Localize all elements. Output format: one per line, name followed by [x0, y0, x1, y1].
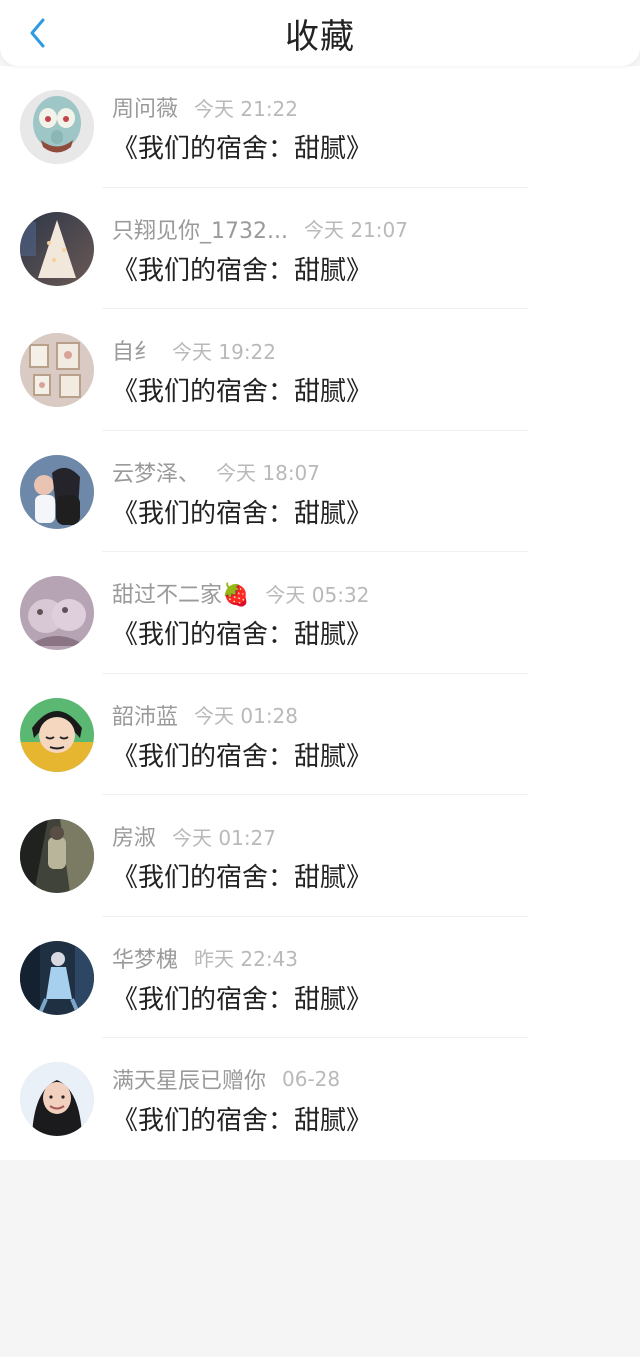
list-item[interactable]: 只翔见你_1732... 今天 21:07 《我们的宿舍：甜腻》 — [0, 188, 640, 310]
timestamp: 06-28 — [282, 1067, 341, 1091]
item-title: 《我们的宿舍：甜腻》 — [112, 255, 373, 286]
timestamp: 今天 18:07 — [216, 461, 321, 485]
avatar[interactable] — [20, 333, 94, 407]
user-name: 云梦泽、 — [112, 461, 201, 487]
avatar[interactable] — [20, 90, 94, 164]
item-title: 《我们的宿舍：甜腻》 — [112, 377, 373, 407]
item-meta: 满天星辰已赠你 06-28 — [112, 1064, 640, 1094]
item-title: 《我们的宿舍：甜腻》 — [112, 984, 373, 1015]
timestamp: 今天 01:27 — [172, 825, 277, 850]
user-name: 甜过不二家🍓 — [112, 583, 250, 608]
timestamp: 今天 21:22 — [194, 96, 299, 121]
avatar[interactable] — [20, 940, 94, 1015]
user-name: 周问薇 — [112, 97, 179, 122]
list-item[interactable]: 甜过不二家🍓 今天 05:32 《我们的宿舍：甜腻》 — [0, 552, 640, 674]
item-meta: 华梦槐 昨天 22:43 — [112, 943, 640, 973]
item-title: 《我们的宿舍：甜腻》 — [112, 620, 373, 650]
avatar[interactable] — [20, 1062, 94, 1136]
item-content: 甜过不二家🍓 今天 05:32 《我们的宿舍：甜腻》 — [112, 576, 640, 651]
user-name: 自纟 — [112, 340, 157, 365]
item-meta: 只翔见你_1732... 今天 21:07 — [112, 214, 640, 244]
item-meta: 甜过不二家🍓 今天 05:32 — [112, 578, 640, 609]
timestamp: 昨天 22:43 — [194, 947, 299, 971]
item-content: 满天星辰已赠你 06-28 《我们的宿舍：甜腻》 — [112, 1062, 640, 1137]
user-name: 韶沛蓝 — [112, 704, 179, 730]
avatar[interactable] — [20, 576, 94, 650]
list-item[interactable]: 满天星辰已赠你 06-28 《我们的宿舍：甜腻》 — [0, 1038, 640, 1160]
list-item[interactable]: 自纟 今天 19:22 《我们的宿舍：甜腻》 — [0, 309, 640, 431]
avatar[interactable] — [20, 697, 94, 772]
list-item[interactable]: 房淑 今天 01:27 《我们的宿舍：甜腻》 — [0, 795, 640, 917]
page-title: 收藏 — [285, 16, 355, 57]
timestamp: 今天 01:28 — [194, 704, 299, 728]
item-content: 云梦泽、 今天 18:07 《我们的宿舍：甜腻》 — [112, 455, 640, 530]
item-title: 《我们的宿舍：甜腻》 — [112, 1106, 373, 1136]
user-name: 华梦槐 — [112, 947, 179, 973]
top-bar: 收藏 — [0, 0, 640, 66]
item-content: 房淑 今天 01:27 《我们的宿舍：甜腻》 — [112, 819, 640, 894]
list-item[interactable]: 华梦槐 昨天 22:43 《我们的宿舍：甜腻》 — [0, 917, 640, 1039]
item-content: 只翔见你_1732... 今天 21:07 《我们的宿舍：甜腻》 — [112, 212, 640, 287]
timestamp: 今天 21:07 — [303, 218, 408, 242]
list-item[interactable]: 周问薇 今天 21:22 《我们的宿舍：甜腻》 — [0, 66, 640, 188]
favorites-list: 周问薇 今天 21:22 《我们的宿舍：甜腻》 只翔见你_1732... 今天 … — [0, 66, 640, 1160]
user-name: 房淑 — [112, 826, 157, 851]
avatar[interactable] — [20, 454, 94, 529]
item-content: 自纟 今天 19:22 《我们的宿舍：甜腻》 — [112, 333, 640, 408]
user-name: 满天星辰已赠你 — [112, 1069, 267, 1094]
item-content: 华梦槐 昨天 22:43 《我们的宿舍：甜腻》 — [112, 941, 640, 1016]
item-title: 《我们的宿舍：甜腻》 — [112, 863, 373, 893]
item-meta: 房淑 今天 01:27 — [112, 821, 640, 852]
item-title: 《我们的宿舍：甜腻》 — [112, 741, 373, 772]
back-button[interactable] — [20, 12, 54, 54]
item-meta: 周问薇 今天 21:22 — [112, 92, 640, 123]
empty-space — [0, 1159, 640, 1355]
user-name: 只翔见你_1732... — [112, 218, 288, 244]
item-content: 周问薇 今天 21:22 《我们的宿舍：甜腻》 — [112, 90, 640, 165]
list-item[interactable]: 韶沛蓝 今天 01:28 《我们的宿舍：甜腻》 — [0, 674, 640, 796]
timestamp: 今天 19:22 — [172, 339, 277, 364]
chevron-left-icon — [30, 18, 45, 48]
item-meta: 韶沛蓝 今天 01:28 — [112, 700, 640, 730]
item-meta: 自纟 今天 19:22 — [112, 335, 640, 366]
item-title: 《我们的宿舍：甜腻》 — [112, 498, 373, 529]
avatar[interactable] — [20, 819, 94, 893]
item-meta: 云梦泽、 今天 18:07 — [112, 457, 640, 487]
avatar[interactable] — [20, 211, 94, 286]
list-item[interactable]: 云梦泽、 今天 18:07 《我们的宿舍：甜腻》 — [0, 431, 640, 553]
item-content: 韶沛蓝 今天 01:28 《我们的宿舍：甜腻》 — [112, 698, 640, 773]
timestamp: 今天 05:32 — [265, 582, 370, 607]
item-title: 《我们的宿舍：甜腻》 — [112, 134, 373, 164]
